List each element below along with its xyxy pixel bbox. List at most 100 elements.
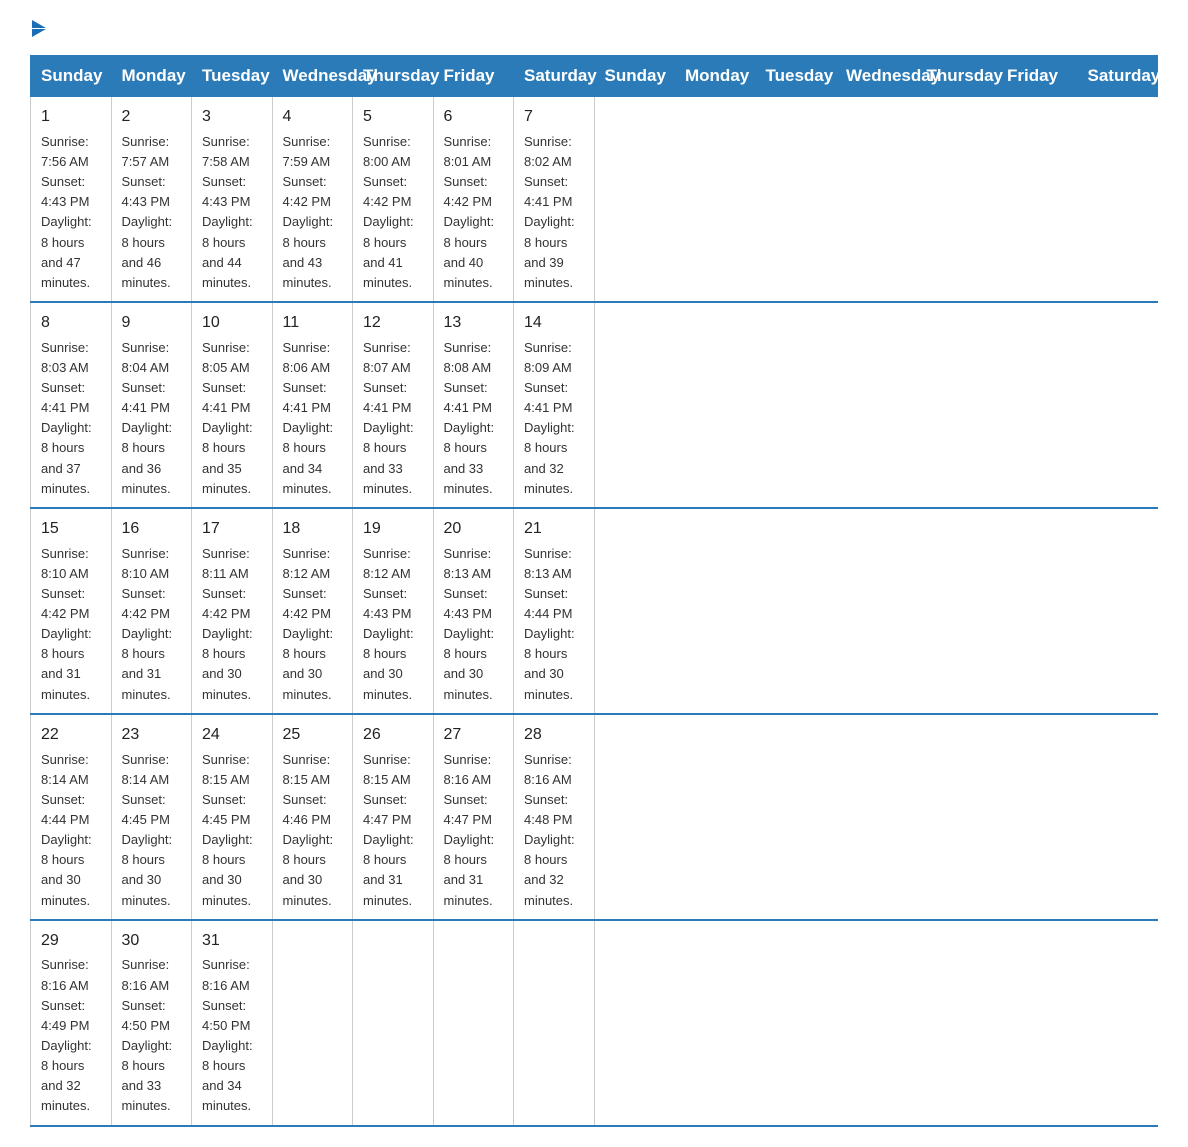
calendar-cell: 3Sunrise: 7:58 AMSunset: 4:43 PMDaylight… xyxy=(192,97,273,302)
calendar-cell: 19Sunrise: 8:12 AMSunset: 4:43 PMDayligh… xyxy=(353,508,434,714)
day-number: 15 xyxy=(41,517,101,542)
calendar-cell: 8Sunrise: 8:03 AMSunset: 4:41 PMDaylight… xyxy=(31,302,112,508)
day-info: Sunrise: 8:11 AMSunset: 4:42 PMDaylight:… xyxy=(202,544,262,705)
day-info: Sunrise: 8:09 AMSunset: 4:41 PMDaylight:… xyxy=(524,338,584,499)
calendar-cell xyxy=(433,920,514,1126)
calendar-cell: 10Sunrise: 8:05 AMSunset: 4:41 PMDayligh… xyxy=(192,302,273,508)
day-info: Sunrise: 8:03 AMSunset: 4:41 PMDaylight:… xyxy=(41,338,101,499)
day-number: 2 xyxy=(122,105,182,130)
day-info: Sunrise: 7:56 AMSunset: 4:43 PMDaylight:… xyxy=(41,132,101,293)
day-info: Sunrise: 8:15 AMSunset: 4:46 PMDaylight:… xyxy=(283,750,343,911)
day-number: 28 xyxy=(524,723,584,748)
calendar-cell: 24Sunrise: 8:15 AMSunset: 4:45 PMDayligh… xyxy=(192,714,273,920)
logo-triangle-top xyxy=(32,20,46,28)
calendar-cell xyxy=(353,920,434,1126)
day-number: 11 xyxy=(283,311,343,336)
day-number: 17 xyxy=(202,517,262,542)
day-number: 25 xyxy=(283,723,343,748)
day-info: Sunrise: 8:16 AMSunset: 4:50 PMDaylight:… xyxy=(202,955,262,1116)
day-info: Sunrise: 8:16 AMSunset: 4:47 PMDaylight:… xyxy=(444,750,504,911)
header-tuesday: Tuesday xyxy=(192,56,273,97)
calendar-cell: 21Sunrise: 8:13 AMSunset: 4:44 PMDayligh… xyxy=(514,508,595,714)
day-number: 4 xyxy=(283,105,343,130)
day-info: Sunrise: 8:06 AMSunset: 4:41 PMDaylight:… xyxy=(283,338,343,499)
calendar-cell: 6Sunrise: 8:01 AMSunset: 4:42 PMDaylight… xyxy=(433,97,514,302)
day-info: Sunrise: 8:16 AMSunset: 4:49 PMDaylight:… xyxy=(41,955,101,1116)
day-info: Sunrise: 8:12 AMSunset: 4:43 PMDaylight:… xyxy=(363,544,423,705)
day-info: Sunrise: 8:15 AMSunset: 4:47 PMDaylight:… xyxy=(363,750,423,911)
calendar-cell: 27Sunrise: 8:16 AMSunset: 4:47 PMDayligh… xyxy=(433,714,514,920)
calendar-cell: 20Sunrise: 8:13 AMSunset: 4:43 PMDayligh… xyxy=(433,508,514,714)
header-friday: Friday xyxy=(997,56,1078,97)
header-friday: Friday xyxy=(433,56,514,97)
calendar-cell xyxy=(272,920,353,1126)
day-info: Sunrise: 7:59 AMSunset: 4:42 PMDaylight:… xyxy=(283,132,343,293)
calendar-cell: 12Sunrise: 8:07 AMSunset: 4:41 PMDayligh… xyxy=(353,302,434,508)
day-number: 20 xyxy=(444,517,504,542)
calendar-cell: 7Sunrise: 8:02 AMSunset: 4:41 PMDaylight… xyxy=(514,97,595,302)
day-number: 31 xyxy=(202,929,262,954)
day-info: Sunrise: 8:08 AMSunset: 4:41 PMDaylight:… xyxy=(444,338,504,499)
day-number: 12 xyxy=(363,311,423,336)
day-number: 22 xyxy=(41,723,101,748)
header-monday: Monday xyxy=(111,56,192,97)
day-number: 21 xyxy=(524,517,584,542)
day-number: 27 xyxy=(444,723,504,748)
calendar-cell: 31Sunrise: 8:16 AMSunset: 4:50 PMDayligh… xyxy=(192,920,273,1126)
day-info: Sunrise: 8:14 AMSunset: 4:45 PMDaylight:… xyxy=(122,750,182,911)
day-number: 26 xyxy=(363,723,423,748)
calendar-cell: 2Sunrise: 7:57 AMSunset: 4:43 PMDaylight… xyxy=(111,97,192,302)
header-tuesday: Tuesday xyxy=(755,56,836,97)
calendar-cell: 16Sunrise: 8:10 AMSunset: 4:42 PMDayligh… xyxy=(111,508,192,714)
calendar-table: SundayMondayTuesdayWednesdayThursdayFrid… xyxy=(30,55,1158,1127)
day-number: 23 xyxy=(122,723,182,748)
calendar-cell: 5Sunrise: 8:00 AMSunset: 4:42 PMDaylight… xyxy=(353,97,434,302)
header-saturday: Saturday xyxy=(1077,56,1158,97)
header-saturday: Saturday xyxy=(514,56,595,97)
day-number: 10 xyxy=(202,311,262,336)
day-info: Sunrise: 8:12 AMSunset: 4:42 PMDaylight:… xyxy=(283,544,343,705)
day-number: 29 xyxy=(41,929,101,954)
day-info: Sunrise: 7:58 AMSunset: 4:43 PMDaylight:… xyxy=(202,132,262,293)
day-info: Sunrise: 8:13 AMSunset: 4:44 PMDaylight:… xyxy=(524,544,584,705)
day-info: Sunrise: 7:57 AMSunset: 4:43 PMDaylight:… xyxy=(122,132,182,293)
day-number: 19 xyxy=(363,517,423,542)
calendar-cell: 1Sunrise: 7:56 AMSunset: 4:43 PMDaylight… xyxy=(31,97,112,302)
calendar-week-row: 15Sunrise: 8:10 AMSunset: 4:42 PMDayligh… xyxy=(31,508,1158,714)
calendar-cell: 17Sunrise: 8:11 AMSunset: 4:42 PMDayligh… xyxy=(192,508,273,714)
calendar-cell: 28Sunrise: 8:16 AMSunset: 4:48 PMDayligh… xyxy=(514,714,595,920)
day-number: 1 xyxy=(41,105,101,130)
day-number: 13 xyxy=(444,311,504,336)
page-header xyxy=(30,20,1158,37)
calendar-cell: 26Sunrise: 8:15 AMSunset: 4:47 PMDayligh… xyxy=(353,714,434,920)
calendar-cell xyxy=(514,920,595,1126)
calendar-week-row: 1Sunrise: 7:56 AMSunset: 4:43 PMDaylight… xyxy=(31,97,1158,302)
header-thursday: Thursday xyxy=(353,56,434,97)
calendar-header-row: SundayMondayTuesdayWednesdayThursdayFrid… xyxy=(31,56,1158,97)
calendar-week-row: 8Sunrise: 8:03 AMSunset: 4:41 PMDaylight… xyxy=(31,302,1158,508)
calendar-cell: 29Sunrise: 8:16 AMSunset: 4:49 PMDayligh… xyxy=(31,920,112,1126)
calendar-week-row: 22Sunrise: 8:14 AMSunset: 4:44 PMDayligh… xyxy=(31,714,1158,920)
header-thursday: Thursday xyxy=(916,56,997,97)
logo-triangle-bottom xyxy=(32,29,46,37)
day-number: 24 xyxy=(202,723,262,748)
header-wednesday: Wednesday xyxy=(836,56,917,97)
day-info: Sunrise: 8:04 AMSunset: 4:41 PMDaylight:… xyxy=(122,338,182,499)
header-monday: Monday xyxy=(675,56,756,97)
day-info: Sunrise: 8:10 AMSunset: 4:42 PMDaylight:… xyxy=(41,544,101,705)
day-info: Sunrise: 8:02 AMSunset: 4:41 PMDaylight:… xyxy=(524,132,584,293)
calendar-cell: 22Sunrise: 8:14 AMSunset: 4:44 PMDayligh… xyxy=(31,714,112,920)
day-number: 6 xyxy=(444,105,504,130)
day-info: Sunrise: 8:16 AMSunset: 4:48 PMDaylight:… xyxy=(524,750,584,911)
calendar-cell: 14Sunrise: 8:09 AMSunset: 4:41 PMDayligh… xyxy=(514,302,595,508)
day-number: 7 xyxy=(524,105,584,130)
day-info: Sunrise: 8:16 AMSunset: 4:50 PMDaylight:… xyxy=(122,955,182,1116)
day-info: Sunrise: 8:07 AMSunset: 4:41 PMDaylight:… xyxy=(363,338,423,499)
calendar-cell: 15Sunrise: 8:10 AMSunset: 4:42 PMDayligh… xyxy=(31,508,112,714)
day-number: 3 xyxy=(202,105,262,130)
calendar-week-row: 29Sunrise: 8:16 AMSunset: 4:49 PMDayligh… xyxy=(31,920,1158,1126)
day-info: Sunrise: 8:15 AMSunset: 4:45 PMDaylight:… xyxy=(202,750,262,911)
header-sunday: Sunday xyxy=(31,56,112,97)
day-number: 16 xyxy=(122,517,182,542)
day-number: 8 xyxy=(41,311,101,336)
